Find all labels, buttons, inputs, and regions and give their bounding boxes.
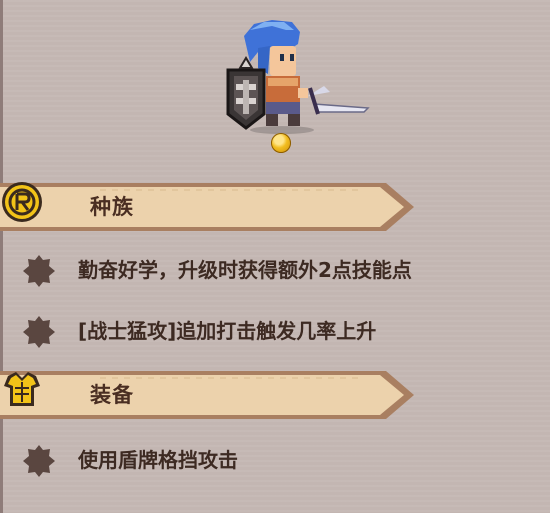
diamond-bullet-icon	[23, 255, 55, 287]
race-trait-text: 勤奋好学，升级时获得额外2点技能点	[78, 258, 412, 282]
level-indicator-dot	[271, 133, 291, 153]
warrior-character-sprite	[226, 20, 370, 134]
race-trait-row: 勤奋好学，升级时获得额外2点技能点	[20, 250, 540, 290]
panel-left-border	[0, 0, 3, 513]
race-section-banner: 种族	[0, 180, 420, 234]
race-trait-text: [战士猛攻]追加打击触发几率上升	[78, 319, 377, 343]
equipment-section-title: 装备	[90, 383, 134, 407]
banner-ribbon	[0, 183, 414, 231]
armor-icon	[4, 372, 40, 406]
race-coin-icon	[2, 182, 42, 222]
equipment-trait-text: 使用盾牌格挡攻击	[78, 448, 238, 472]
race-section-title: 种族	[90, 195, 134, 219]
race-trait-row: [战士猛攻]追加打击触发几率上升	[20, 311, 540, 351]
banner-ribbon	[0, 371, 414, 419]
diamond-bullet-icon	[23, 445, 55, 477]
equipment-section-banner: 装备	[0, 368, 420, 422]
diamond-bullet-icon	[23, 316, 55, 348]
equipment-trait-row: 使用盾牌格挡攻击	[20, 440, 540, 480]
